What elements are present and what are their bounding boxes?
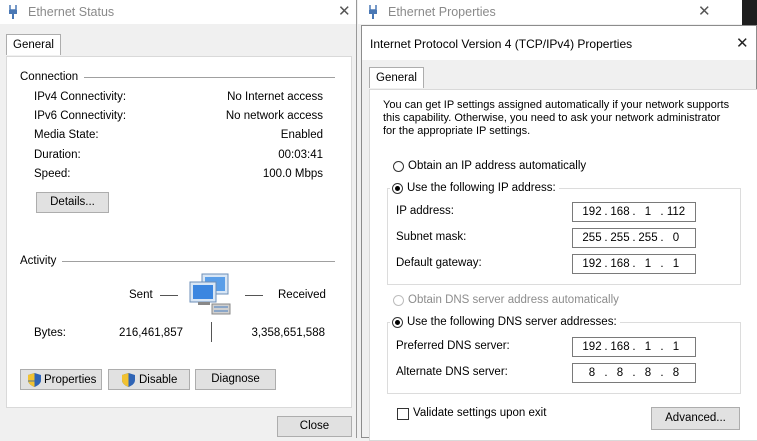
duration-label: Duration: — [34, 149, 81, 161]
duration-value: 00:03:41 — [278, 149, 323, 161]
ip-octet: 8 — [644, 367, 652, 379]
bytes-received-value: 3,358,651,588 — [251, 327, 325, 339]
ip-octet: 1 — [644, 258, 652, 270]
obtain-dns-auto-radio[interactable] — [393, 295, 404, 306]
subnet-mask-field[interactable]: 255. 255. 255. 0 — [572, 228, 696, 248]
ip-octet: 192 — [582, 258, 602, 270]
media-state-label: Media State: — [34, 129, 99, 141]
ip-octet: 255 — [638, 232, 658, 244]
use-following-dns-label[interactable]: Use the following DNS server addresses: — [407, 316, 617, 328]
ip-octet: 112 — [666, 206, 686, 218]
obtain-dns-auto-label[interactable]: Obtain DNS server address automatically — [408, 294, 619, 306]
default-gateway-label: Default gateway: — [396, 257, 482, 269]
ipv4-dialog-title: Internet Protocol Version 4 (TCP/IPv4) P… — [370, 37, 633, 51]
ip-octet: 255 — [610, 232, 630, 244]
obtain-ip-auto-label[interactable]: Obtain an IP address automatically — [408, 160, 586, 172]
ip-octet: 1 — [672, 341, 680, 353]
manual-ip-legend: Use the following IP address: — [390, 180, 559, 196]
connection-divider — [84, 77, 335, 78]
sent-line — [160, 295, 178, 296]
network-computers-icon — [189, 273, 231, 315]
preferred-dns-field[interactable]: 192. 168. 1. 1 — [572, 337, 696, 357]
bytes-label: Bytes: — [34, 327, 66, 339]
sent-label: Sent — [129, 289, 153, 301]
ipv4-properties-dialog: Internet Protocol Version 4 (TCP/IPv4) P… — [361, 25, 757, 441]
ip-octet: 255 — [582, 232, 602, 244]
default-gateway-field[interactable]: 192. 168. 1. 1 — [572, 254, 696, 274]
use-following-dns-radio[interactable] — [392, 317, 403, 328]
received-label: Received — [278, 289, 326, 301]
ipv4-description: You can get IP settings assigned automat… — [383, 99, 730, 137]
activity-heading: Activity — [20, 255, 57, 267]
tab-general[interactable]: General — [6, 34, 61, 55]
status-tab-panel — [6, 56, 352, 408]
network-icon — [9, 5, 17, 19]
properties-window-title: Ethernet Properties — [388, 5, 496, 19]
close-button[interactable]: Close — [277, 416, 352, 437]
ip-octet: 192 — [582, 206, 602, 218]
validate-settings-checkbox[interactable] — [397, 408, 409, 420]
disable-button[interactable]: Disable — [108, 369, 190, 390]
close-icon[interactable]: ✕ — [698, 2, 711, 20]
properties-titlebar: Ethernet Properties ✕ — [358, 0, 742, 24]
ipv6-connectivity-label: IPv6 Connectivity: — [34, 110, 127, 122]
properties-button-label: Properties — [44, 374, 97, 386]
ip-octet: 1 — [644, 341, 652, 353]
received-line — [245, 295, 263, 296]
close-icon[interactable]: ✕ — [736, 34, 749, 52]
bytes-sent-value: 216,461,857 — [119, 327, 183, 339]
diagnose-button[interactable]: Diagnose — [195, 369, 276, 390]
network-icon — [369, 5, 377, 19]
ipv6-connectivity-value: No network access — [225, 110, 323, 122]
ip-octet: 168 — [610, 258, 630, 270]
dns-settings-group — [387, 322, 741, 394]
ipv4-connectivity-value: No Internet access — [227, 91, 323, 103]
uac-shield-icon — [122, 373, 135, 387]
speed-label: Speed: — [34, 168, 71, 180]
ip-octet: 0 — [672, 232, 680, 244]
advanced-button[interactable]: Advanced... — [651, 407, 740, 430]
ip-octet: 168 — [610, 341, 630, 353]
uac-shield-icon — [28, 373, 41, 387]
activity-divider — [62, 261, 335, 262]
close-icon[interactable]: ✕ — [338, 2, 351, 20]
speed-value: 100.0 Mbps — [262, 168, 323, 180]
status-window-title: Ethernet Status — [28, 5, 115, 19]
properties-button[interactable]: Properties — [20, 369, 102, 390]
use-following-ip-label[interactable]: Use the following IP address: — [407, 182, 556, 194]
manual-dns-legend: Use the following DNS server addresses: — [390, 314, 620, 330]
validate-settings-label[interactable]: Validate settings upon exit — [413, 407, 546, 419]
tab-general[interactable]: General — [369, 67, 424, 88]
ipv4-titlebar: Internet Protocol Version 4 (TCP/IPv4) P… — [362, 26, 756, 60]
ipv4-connectivity-label: IPv4 Connectivity: — [34, 91, 127, 103]
ip-address-label: IP address: — [396, 205, 454, 217]
alternate-dns-field[interactable]: 8. 8. 8. 8 — [572, 363, 696, 383]
ip-octet: 192 — [582, 341, 602, 353]
preferred-dns-label: Preferred DNS server: — [396, 340, 510, 352]
ip-octet: 168 — [610, 206, 630, 218]
use-following-ip-radio[interactable] — [392, 183, 403, 194]
details-button[interactable]: Details... — [36, 192, 109, 213]
ip-octet: 8 — [616, 367, 624, 379]
obtain-ip-auto-radio[interactable] — [393, 161, 404, 172]
activity-divider-vertical — [211, 322, 212, 342]
alternate-dns-label: Alternate DNS server: — [396, 366, 508, 378]
ip-octet: 1 — [644, 206, 652, 218]
media-state-value: Enabled — [280, 129, 323, 141]
ethernet-status-window: Ethernet Status ✕ General Connection IPv… — [0, 0, 357, 438]
status-titlebar: Ethernet Status ✕ — [0, 0, 356, 24]
ip-octet: 8 — [588, 367, 596, 379]
ip-octet: 1 — [672, 258, 680, 270]
connection-heading: Connection — [20, 71, 79, 83]
ip-address-field[interactable]: 192. 168. 1. 112 — [572, 202, 696, 222]
disable-button-label: Disable — [139, 374, 178, 386]
subnet-mask-label: Subnet mask: — [396, 231, 467, 243]
ip-octet: 8 — [672, 367, 680, 379]
